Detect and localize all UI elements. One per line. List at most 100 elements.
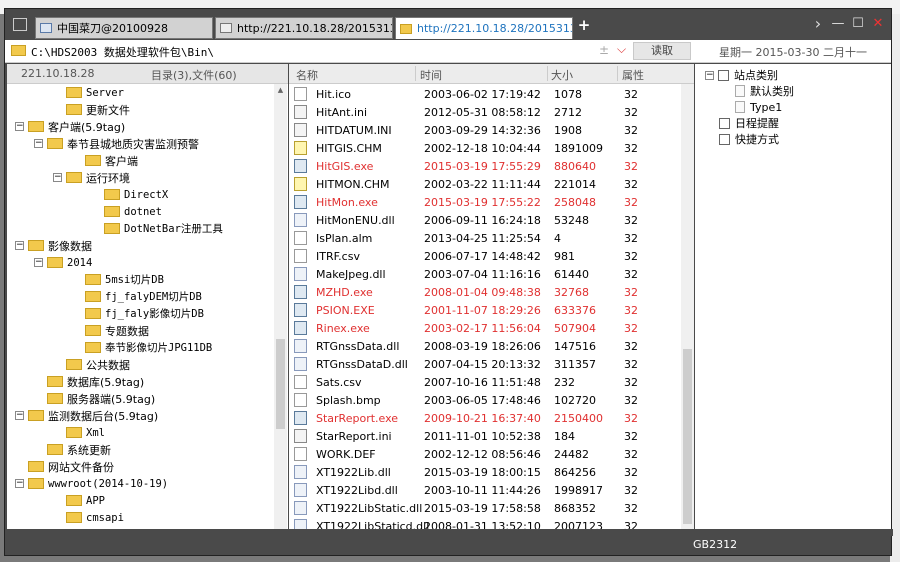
tree-item[interactable]: Xml (66, 424, 105, 441)
next-tab-icon[interactable]: › (811, 16, 825, 32)
tree-item[interactable]: 网站文件备份 (28, 458, 114, 475)
tree-expander-icon[interactable]: − (53, 173, 62, 182)
column-divider[interactable] (547, 66, 548, 81)
file-row[interactable]: HITGIS.CHM 2002-12-18 10:04:44 1891009 32 (289, 139, 681, 157)
file-row[interactable]: XT1922LibStatic.dll 2015-03-19 17:58:58 86… (289, 499, 681, 517)
tree-item[interactable]: 更新文件 (66, 101, 130, 118)
scroll-up-icon[interactable]: ▲ (274, 86, 287, 94)
category-item[interactable]: 快捷方式 (719, 131, 779, 147)
file-row[interactable]: Hit.ico 2003-06-02 17:19:42 1078 32 (289, 85, 681, 103)
path-input[interactable]: C:\HDS2003 数据处理软件包\Bin\ (31, 44, 214, 60)
file-attr: 32 (624, 340, 638, 353)
column-name[interactable]: 名称 (296, 67, 318, 83)
tree-item[interactable]: 系统更新 (47, 441, 111, 458)
tab-url-2[interactable]: http://221.10.18.28/2015313... (395, 17, 573, 39)
minimize-icon[interactable]: — (831, 17, 845, 31)
tree-item[interactable]: APP (66, 492, 105, 509)
tree-expander-icon[interactable]: − (15, 122, 24, 131)
file-row[interactable]: MakeJpeg.dll 2003-07-04 11:16:16 61440 32 (289, 265, 681, 283)
tree-item[interactable]: 服务器端(5.9tag) (47, 390, 155, 407)
column-size[interactable]: 大小 (551, 67, 573, 83)
tree-item[interactable]: 专题数据 (85, 322, 149, 339)
column-divider[interactable] (617, 66, 618, 81)
file-row[interactable]: HITMON.CHM 2002-03-22 11:11:44 221014 32 (289, 175, 681, 193)
tree-expander-icon[interactable]: − (15, 241, 24, 250)
file-list-header: 名称 时间 大小 属性 (289, 64, 694, 84)
path-up-button[interactable]: ± (599, 43, 609, 57)
tree-item[interactable]: − 奉节县城地质灾害监测预警 (34, 135, 199, 152)
tree-expander-icon[interactable]: − (15, 411, 24, 420)
file-row[interactable]: Rinex.exe 2003-02-17 11:56:04 507904 32 (289, 319, 681, 337)
tree-item[interactable]: cmsapi (66, 509, 124, 526)
tree-item[interactable]: DirectX (104, 186, 168, 203)
file-row[interactable]: HitMonENU.dll 2006-09-11 16:24:18 53248 32 (289, 211, 681, 229)
tab-caidao[interactable]: 中国菜刀@20100928 (35, 17, 213, 39)
file-row[interactable]: MZHD.exe 2008-01-04 09:48:38 32768 32 (289, 283, 681, 301)
encoding-indicator[interactable]: GB2312 (693, 538, 737, 551)
file-row[interactable]: PSION.EXE 2001-11-07 18:29:26 633376 32 (289, 301, 681, 319)
file-row[interactable]: HitGIS.exe 2015-03-19 17:55:29 880640 32 (289, 157, 681, 175)
tree-expander-icon[interactable]: − (34, 139, 43, 148)
tree-item[interactable]: 公共数据 (66, 356, 130, 373)
tree-scrollbar[interactable]: ▲ (274, 84, 287, 529)
tree-item-label: 专题数据 (105, 324, 149, 338)
scroll-thumb[interactable] (276, 339, 285, 429)
tree-item[interactable]: 5msi切片DB (85, 271, 164, 288)
file-row[interactable]: XT1922LibStaticd.dll 2008-01-31 13:52:10 2… (289, 517, 681, 529)
file-row[interactable]: RTGnssData.dll 2008-03-19 18:26:06 147516 3… (289, 337, 681, 355)
column-divider[interactable] (415, 66, 416, 81)
read-button[interactable]: 读取 (633, 42, 691, 60)
tree-item[interactable]: 奉节影像切片JPG11DB (85, 339, 212, 356)
tree-item[interactable]: DotNetBar注册工具 (104, 220, 223, 237)
tree-item[interactable]: − 监测数据后台(5.9tag) (15, 407, 158, 424)
tree-item-label: 系统更新 (67, 443, 111, 457)
doc-file-icon (294, 375, 307, 389)
file-row[interactable]: XT1922Lib.dll 2015-03-19 18:00:15 864256 32 (289, 463, 681, 481)
tree-item[interactable]: − wwwroot(2014-10-19) (15, 475, 168, 492)
file-name: XT1922LibStaticd.dll (316, 520, 430, 529)
tree-item[interactable]: − 运行环境 (53, 169, 130, 186)
scroll-thumb[interactable] (683, 349, 692, 524)
file-list-scrollbar[interactable] (681, 84, 694, 529)
add-tab-button[interactable]: + (577, 18, 591, 33)
file-row[interactable]: StarReport.exe 2009-10-21 16:37:40 2150400… (289, 409, 681, 427)
tree-expander-icon[interactable]: − (34, 258, 43, 267)
tree-item[interactable]: Server (66, 84, 124, 101)
chevron-down-icon[interactable]: ⌵ (617, 42, 626, 57)
file-size: 868352 (554, 502, 596, 515)
tree-expander-icon[interactable]: − (705, 70, 714, 80)
app-menu-icon[interactable] (13, 18, 27, 31)
tree-item[interactable]: − 影像数据 (15, 237, 92, 254)
tree-item[interactable]: fj_faly影像切片DB (85, 305, 204, 322)
file-row[interactable]: RTGnssDataD.dll 2007-04-15 20:13:32 311357… (289, 355, 681, 373)
file-row[interactable]: HITDATUM.INI 2003-09-29 14:32:36 1908 32 (289, 121, 681, 139)
tree-item[interactable]: − 2014 (34, 254, 92, 271)
maximize-icon[interactable]: ☐ (851, 17, 865, 31)
folder-icon (28, 478, 44, 489)
file-row[interactable]: IsPlan.alm 2013-04-25 11:25:54 4 32 (289, 229, 681, 247)
file-time: 2007-04-15 20:13:32 (424, 358, 541, 371)
file-row[interactable]: Sats.csv 2007-10-16 11:51:48 232 32 (289, 373, 681, 391)
column-attr[interactable]: 属性 (622, 67, 644, 83)
file-row[interactable]: XT1922Libd.dll 2003-10-11 11:44:26 1998917… (289, 481, 681, 499)
tree-item[interactable]: fj_falyDEM切片DB (85, 288, 202, 305)
file-row[interactable]: Splash.bmp 2003-06-05 17:48:46 102720 32 (289, 391, 681, 409)
tree-item[interactable]: dotnet (104, 203, 162, 220)
column-time[interactable]: 时间 (420, 67, 442, 83)
file-row[interactable]: ITRF.csv 2006-07-17 14:48:42 981 32 (289, 247, 681, 265)
category-item[interactable]: 日程提醒 (719, 115, 779, 131)
category-item[interactable]: − 站点类别 (705, 67, 778, 83)
close-icon[interactable]: ✕ (871, 17, 885, 31)
file-row[interactable]: StarReport.ini 2011-11-01 10:52:38 184 32 (289, 427, 681, 445)
tree-expander-icon[interactable]: − (15, 479, 24, 488)
category-icon (719, 117, 730, 129)
file-row[interactable]: WORK.DEF 2002-12-12 08:56:46 24482 32 (289, 445, 681, 463)
category-item[interactable]: 默认类别 (735, 83, 794, 99)
category-item[interactable]: Type1 (735, 99, 782, 115)
tree-item[interactable]: − 客户端(5.9tag) (15, 118, 125, 135)
tab-url-1[interactable]: http://221.10.18.28/2015313... (215, 17, 393, 39)
file-row[interactable]: HitAnt.ini 2012-05-31 08:58:12 2712 32 (289, 103, 681, 121)
tree-item[interactable]: 客户端 (85, 152, 138, 169)
tree-item[interactable]: 数据库(5.9tag) (47, 373, 144, 390)
file-row[interactable]: HitMon.exe 2015-03-19 17:55:22 258048 32 (289, 193, 681, 211)
